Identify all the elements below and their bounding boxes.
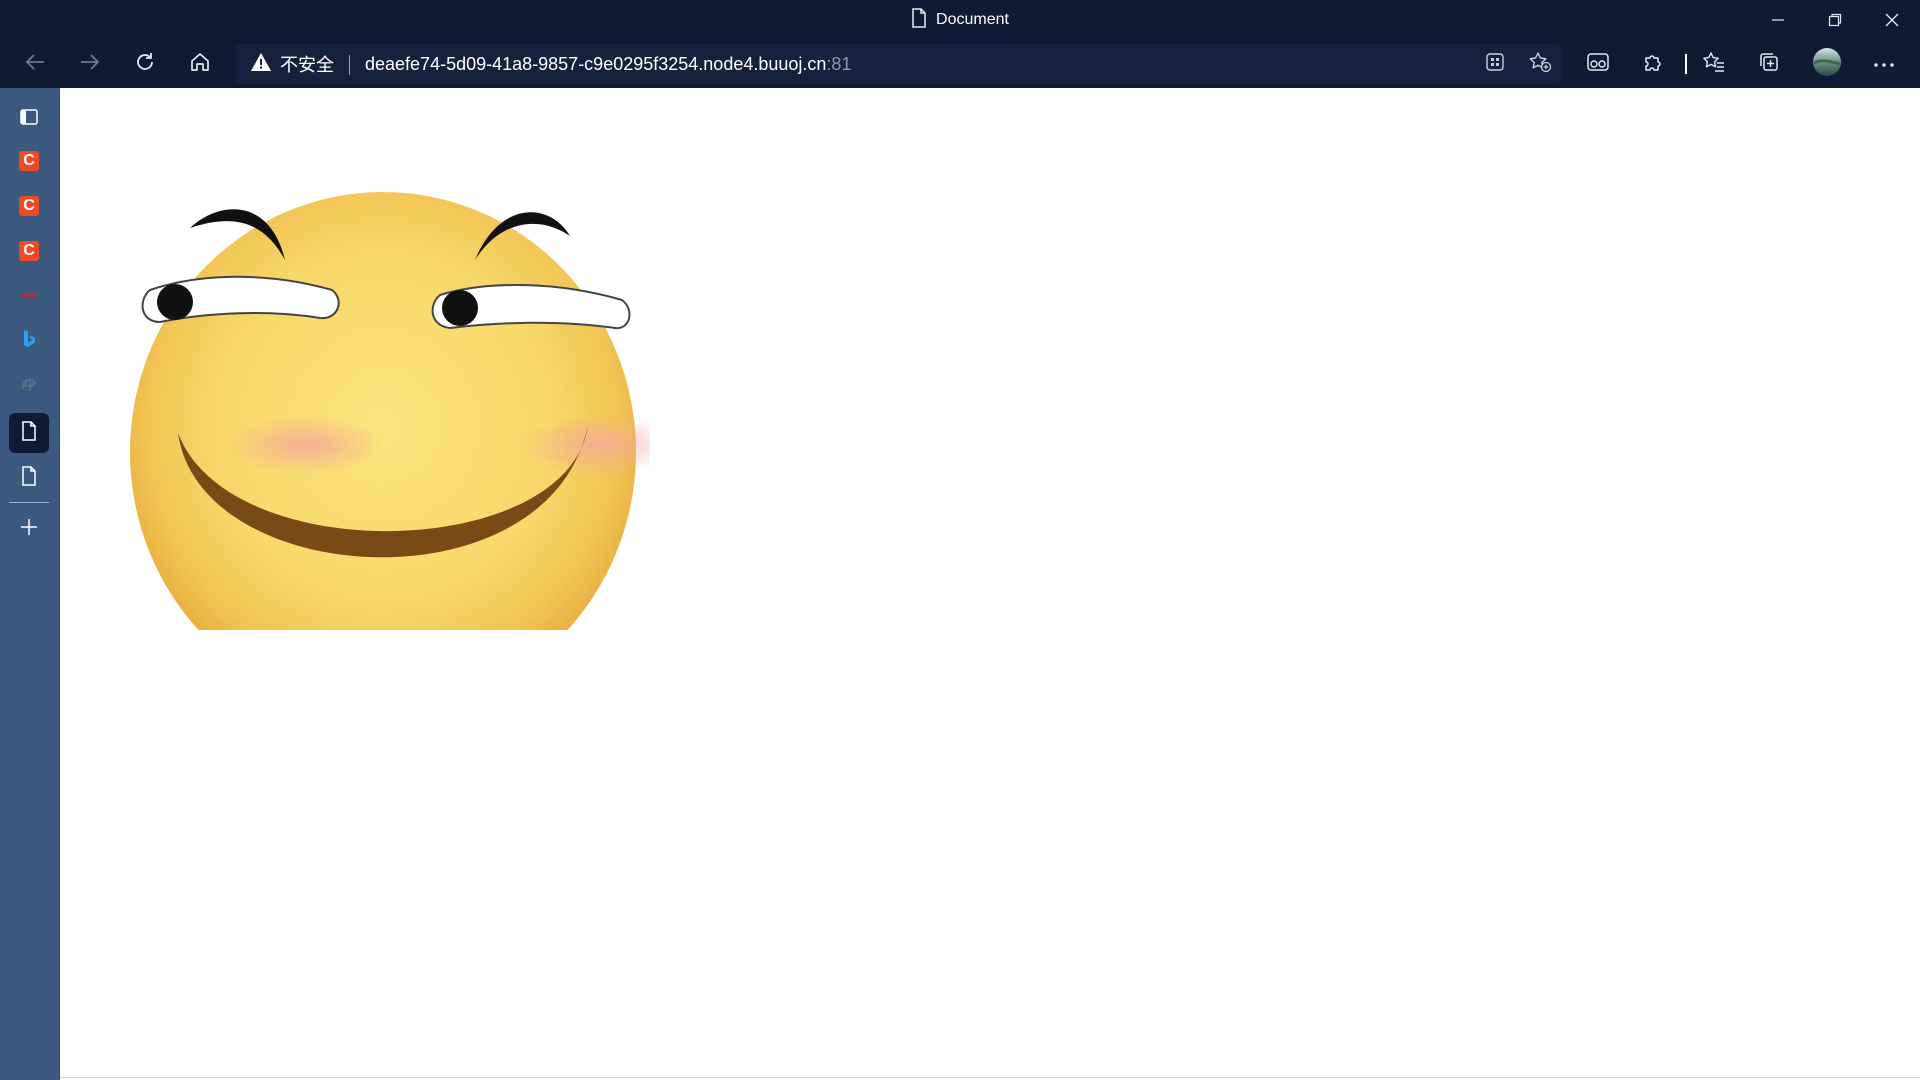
smirking-face-image <box>70 90 676 712</box>
immersive-reader-button[interactable] <box>1578 44 1618 84</box>
extensions-button[interactable] <box>1633 44 1673 84</box>
url-port: :81 <box>826 54 852 74</box>
security-label: 不安全 <box>280 55 334 75</box>
address-bar[interactable]: 不安全 deaefe74-5d09-41a8-9857-c9e0295f3254… <box>236 44 1562 84</box>
new-tab-button[interactable] <box>9 509 49 549</box>
tab-csdn-2[interactable]: C <box>9 186 49 226</box>
back-button[interactable] <box>15 44 55 84</box>
csdn-icon: C <box>19 151 39 171</box>
plus-icon <box>19 517 39 542</box>
close-button[interactable] <box>1863 0 1920 40</box>
refresh-button[interactable] <box>125 44 165 84</box>
url-host: deaefe74-5d09-41a8-9857-c9e0295f3254.nod… <box>365 54 827 74</box>
window-title: Document <box>936 11 1009 28</box>
home-icon <box>189 51 211 78</box>
tab-csdn-1[interactable]: C <box>9 141 49 181</box>
collections-icon <box>1758 51 1780 78</box>
arrow-left-icon <box>24 51 46 78</box>
star-add-icon <box>1528 51 1552 78</box>
favorites-star-list-icon <box>1702 51 1726 78</box>
vertical-tabs-sidebar: C C C <box>0 88 60 1080</box>
apps-grid-icon <box>1485 52 1505 77</box>
home-button[interactable] <box>180 44 220 84</box>
toolbar-divider <box>1685 54 1687 74</box>
window-title-area: Document <box>0 0 1920 40</box>
page-bottom-border <box>60 1077 1920 1078</box>
document-icon <box>911 7 927 33</box>
restore-button[interactable] <box>1806 0 1863 40</box>
collections-button[interactable] <box>1749 44 1789 84</box>
browser-toolbar: 不安全 deaefe74-5d09-41a8-9857-c9e0295f3254… <box>0 40 1920 88</box>
more-options-button[interactable] <box>1864 44 1904 84</box>
address-divider <box>349 55 350 75</box>
window-controls <box>1749 0 1920 40</box>
title-bar: Document <box>0 0 1920 40</box>
document-icon <box>21 420 37 446</box>
csdn-icon: C <box>19 196 39 216</box>
ellipsis-icon <box>1873 55 1895 73</box>
minimize-button[interactable] <box>1749 0 1806 40</box>
favorites-button[interactable] <box>1694 44 1734 84</box>
arrow-right-icon <box>79 51 101 78</box>
bing-icon <box>21 329 37 354</box>
document-icon <box>21 465 37 491</box>
warning-icon <box>250 52 272 77</box>
refresh-icon <box>134 51 156 78</box>
puzzle-icon <box>1642 51 1664 78</box>
app-available-button[interactable] <box>1479 48 1511 80</box>
site-favicon-icon <box>19 374 39 399</box>
forward-button[interactable] <box>70 44 110 84</box>
tab-actions-button[interactable] <box>9 99 49 139</box>
add-favorite-button[interactable] <box>1524 48 1556 80</box>
tab-csdn-3[interactable]: C <box>9 231 49 271</box>
tab-bing[interactable] <box>9 321 49 361</box>
csdn-icon: C <box>19 241 39 261</box>
avatar <box>1812 47 1842 82</box>
tab-other-site[interactable] <box>9 366 49 406</box>
reader-glasses-icon <box>1586 51 1610 78</box>
security-indicator[interactable]: 不安全 <box>250 44 334 84</box>
url-text[interactable]: deaefe74-5d09-41a8-9857-c9e0295f3254.nod… <box>365 44 851 84</box>
profile-button[interactable] <box>1807 44 1847 84</box>
red-site-icon <box>20 287 38 305</box>
browser-window: Document 不安全 deaefe74-5d09-41a8-9857-c9e… <box>0 0 1920 1080</box>
tab-document-2[interactable] <box>9 458 49 498</box>
tab-document-active[interactable] <box>9 413 49 453</box>
tab-red-site[interactable] <box>9 276 49 316</box>
sidebar-divider <box>9 502 49 503</box>
tab-actions-icon <box>19 107 39 132</box>
